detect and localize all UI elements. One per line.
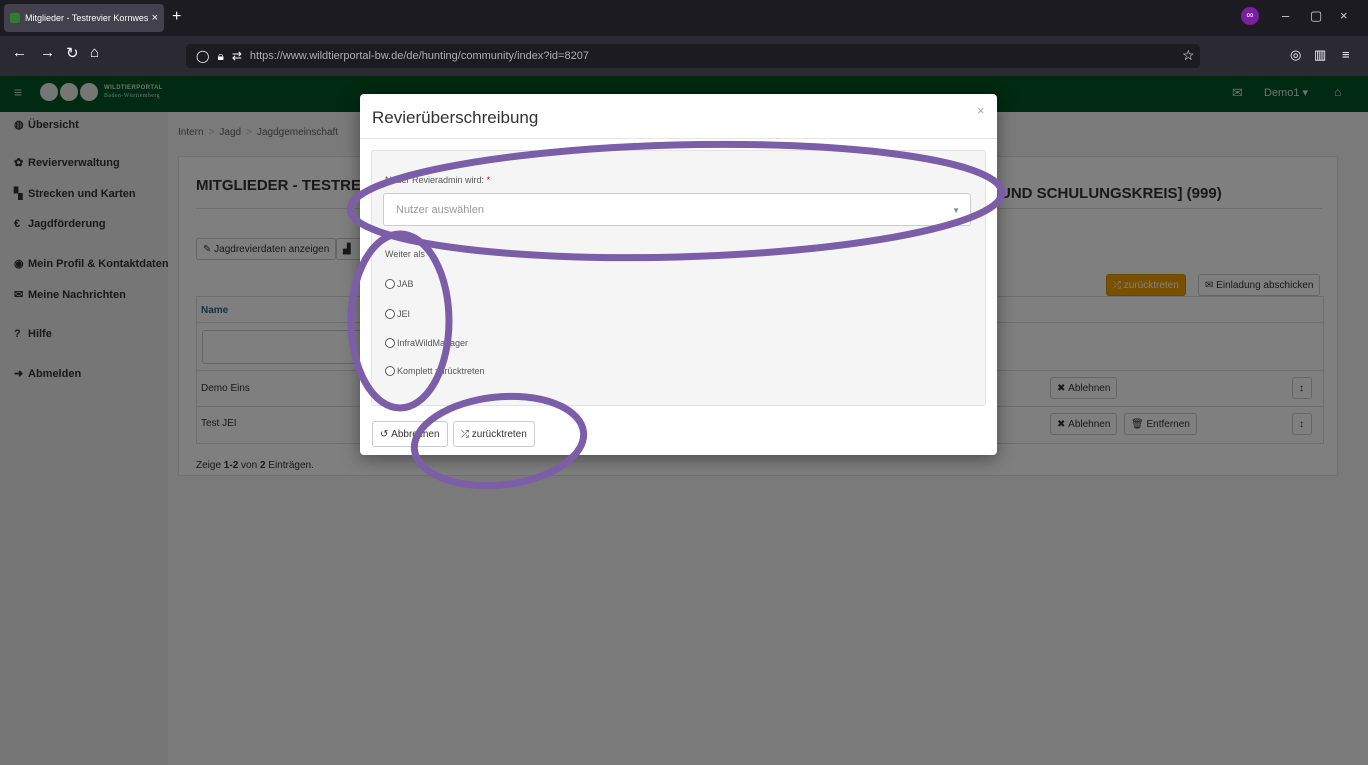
radio-label: JAB	[397, 279, 414, 289]
bookmark-star-icon[interactable]: ☆	[1182, 47, 1195, 64]
new-admin-label: Neuer Revieradmin wird: *	[385, 175, 490, 185]
forward-icon[interactable]: →	[40, 44, 55, 61]
user-select[interactable]: Nutzer auswählen ▼	[383, 193, 971, 226]
site-favicon-icon	[10, 13, 20, 23]
minimize-button[interactable]: –	[1282, 8, 1289, 23]
address-bar[interactable]: ◯ 🔒︎ ⇄ https://www.wildtierportal-bw.de/…	[186, 44, 1200, 68]
modal-close-button[interactable]: ×	[977, 103, 985, 118]
confirm-withdraw-button[interactable]: ⤮ zurücktreten	[453, 421, 535, 447]
reload-icon[interactable]: ↻	[66, 44, 79, 62]
new-tab-button[interactable]: +	[172, 8, 181, 26]
url-path: /de/hunting/community/index?id=8207	[403, 50, 589, 62]
radio-circle-icon	[385, 309, 395, 319]
cancel-button[interactable]: ↺ Abbrechen	[372, 421, 448, 447]
back-icon[interactable]: ←	[12, 44, 27, 61]
restore-button[interactable]: ▢	[1310, 8, 1322, 24]
label-text: Neuer Revieradmin wird:	[385, 175, 485, 185]
lock-icon: 🔒︎	[217, 48, 224, 63]
required-mark: *	[486, 175, 491, 185]
shield-icon: ◯	[196, 49, 210, 63]
undo-icon: ↺	[380, 428, 392, 440]
url-host: https://www.wildtierportal-bw.de	[249, 50, 404, 62]
radio-jab[interactable]: JAB	[385, 279, 414, 289]
private-browsing-icon: ∞	[1241, 7, 1259, 25]
home-icon[interactable]: ⌂	[90, 44, 99, 61]
extension-icon[interactable]: ◎	[1290, 47, 1301, 63]
radio-komplett-zuruecktreten[interactable]: Komplett zurücktreten	[385, 366, 485, 376]
button-label: Abbrechen	[391, 428, 440, 440]
browser-tab[interactable]: Mitglieder - Testrevier Kornwest ×	[4, 4, 164, 32]
radio-label: InfraWildManager	[397, 338, 469, 348]
url-text: https://www.wildtierportal-bw.de/de/hunt…	[250, 50, 589, 62]
radio-circle-icon	[385, 279, 395, 289]
browser-tab-title: Mitglieder - Testrevier Kornwest	[25, 13, 148, 23]
menu-icon[interactable]: ≡	[1342, 47, 1350, 62]
radio-circle-icon	[385, 366, 395, 376]
modal-divider	[360, 138, 997, 139]
radio-circle-icon	[385, 338, 395, 348]
shuffle-icon: ⤮	[461, 428, 472, 440]
close-window-button[interactable]: ×	[1340, 8, 1348, 23]
radio-infrawildmanager[interactable]: InfraWildManager	[385, 338, 468, 348]
permissions-icon: ⇄	[231, 49, 242, 63]
button-label: zurücktreten	[471, 428, 527, 440]
radio-label: JEI	[397, 309, 411, 319]
browser-tab-strip: Mitglieder - Testrevier Kornwest × + ∞ –…	[0, 0, 1368, 36]
radio-jei[interactable]: JEI	[385, 309, 410, 319]
select-placeholder: Nutzer auswählen	[396, 203, 485, 216]
radio-label: Komplett zurücktreten	[397, 366, 485, 376]
modal-title: Revierüberschreibung	[372, 108, 539, 127]
dropdown-caret-icon: ▼	[952, 206, 960, 215]
reader-view-icon[interactable]: ▥	[1314, 47, 1326, 63]
tab-close-icon[interactable]: ×	[152, 12, 158, 24]
continue-as-label: Weiter als	[385, 249, 425, 259]
